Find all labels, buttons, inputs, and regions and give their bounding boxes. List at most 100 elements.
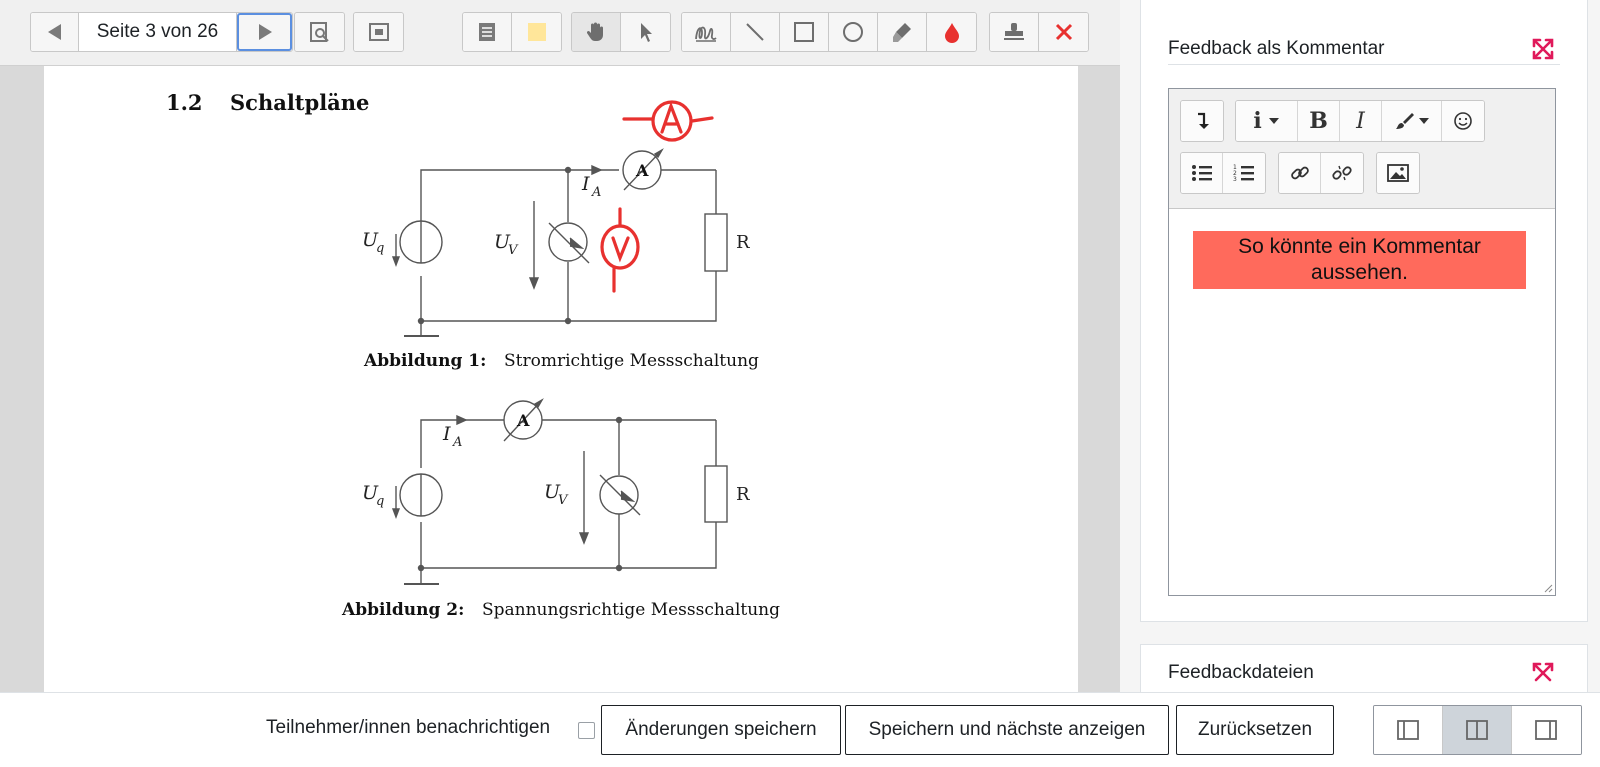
line-tool-button[interactable] <box>731 13 780 51</box>
fig1-ia-label: I <box>581 173 590 195</box>
fig1-ammeter-label: A <box>635 161 649 180</box>
page-navigation: Seite 3 von 26 <box>30 12 293 52</box>
rich-text-editor: i B I 1 2 3 So könnte ein Kommentar auss… <box>1168 88 1556 596</box>
editor-toolbar: i B I 1 2 3 <box>1169 89 1555 209</box>
expand-arrows-icon[interactable] <box>1532 662 1554 684</box>
highlighter-tool-button[interactable] <box>878 13 927 51</box>
highlighter-icon <box>893 23 911 42</box>
ink-color-button[interactable] <box>927 13 976 51</box>
unlink-icon <box>1332 165 1352 181</box>
image-group <box>1376 152 1420 194</box>
fig1-r-label: R <box>736 232 750 253</box>
annotation-color-button[interactable] <box>512 13 561 51</box>
ordered-list-icon: 123 <box>1233 164 1254 183</box>
hand-tool-button[interactable] <box>572 13 621 51</box>
fig1-ia-sub: A <box>591 185 601 200</box>
section-title: Schaltpläne <box>230 90 369 115</box>
notify-students-label: Teilnehmer/innen benachrichtigen <box>266 717 551 738</box>
notify-students-checkbox[interactable] <box>578 722 595 739</box>
fig2-ia-label: I <box>442 423 451 445</box>
toggle-toolbar-button[interactable] <box>1181 101 1223 141</box>
stamp-tool-button[interactable] <box>990 13 1039 51</box>
link-button[interactable] <box>1279 153 1321 193</box>
triangle-right-icon <box>258 24 272 40</box>
rectangle-icon <box>794 22 814 42</box>
figure-1-circuit <box>391 148 728 337</box>
save-changes-button[interactable]: Änderungen speichern <box>601 705 841 755</box>
fig2-uq-sub: q <box>376 494 384 509</box>
ordered-list-button[interactable]: 123 <box>1223 153 1265 193</box>
layout-right-button[interactable] <box>1512 706 1581 754</box>
format-group: i B I <box>1235 100 1485 142</box>
bold-icon: B <box>1309 108 1328 134</box>
select-tool-button[interactable] <box>621 13 670 51</box>
feedback-comment-title: Feedback als Kommentar <box>1168 38 1385 59</box>
feedback-comment-card: Feedback als Kommentar i B I 1 2 3 So kö… <box>1140 0 1588 622</box>
bold-button[interactable]: B <box>1298 101 1340 141</box>
page-indicator: Seite 3 von 26 <box>79 13 237 51</box>
italic-button[interactable]: I <box>1340 101 1382 141</box>
reset-button[interactable]: Zurücksetzen <box>1176 705 1334 755</box>
comment-icon <box>479 23 495 41</box>
ink-drop-icon <box>944 23 959 43</box>
emoji-button[interactable] <box>1442 101 1484 141</box>
color-swatch-icon <box>527 23 546 41</box>
annotation-toolbar: Seite 3 von 26 <box>0 0 1120 66</box>
layout-switcher <box>1373 705 1582 755</box>
editor-content-area[interactable]: So könnte ein Kommentar aussehen. <box>1169 210 1555 595</box>
fig2-caption-label: Abbildung 2: <box>341 600 464 620</box>
unordered-list-icon <box>1191 165 1212 181</box>
delete-x-icon <box>1055 23 1072 41</box>
next-page-button[interactable] <box>237 13 292 51</box>
fig1-caption-label: Abbildung 1: <box>363 351 486 371</box>
pdf-page[interactable]: 1.2 Schaltpläne A U q U V I A R Abbildun… <box>44 66 1078 692</box>
previous-page-button[interactable] <box>31 13 79 51</box>
delete-annotation-button[interactable] <box>1039 13 1088 51</box>
insert-image-button[interactable] <box>1377 153 1419 193</box>
expand-arrows-icon[interactable] <box>1532 38 1554 60</box>
unordered-list-button[interactable] <box>1181 153 1223 193</box>
resize-handle-icon[interactable] <box>1543 583 1553 593</box>
collapse-toolbar-icon <box>1198 112 1209 129</box>
fig2-ammeter-label: A <box>516 411 530 430</box>
feedback-files-title: Feedbackdateien <box>1168 662 1314 683</box>
paragraph-style-button[interactable]: i <box>1236 101 1298 141</box>
layout-split-icon <box>1466 720 1488 740</box>
fig1-uv-sub: V <box>508 243 519 258</box>
comment-tool-button[interactable] <box>463 13 512 51</box>
expand-button[interactable] <box>354 13 403 51</box>
title-divider <box>1168 64 1560 65</box>
rectangle-tool-button[interactable] <box>780 13 829 51</box>
chevron-down-icon <box>1268 118 1279 124</box>
link-group <box>1278 152 1364 194</box>
link-icon <box>1290 166 1309 180</box>
italic-icon: I <box>1356 108 1365 134</box>
layout-left-button[interactable] <box>1374 706 1443 754</box>
layout-right-icon <box>1535 720 1558 740</box>
list-group: 123 <box>1180 152 1266 194</box>
hand-icon <box>586 22 603 41</box>
pen-icon <box>695 26 717 42</box>
layout-split-button[interactable] <box>1443 706 1512 754</box>
pen-tool-button[interactable] <box>682 13 731 51</box>
unlink-button[interactable] <box>1321 153 1363 193</box>
layout-left-icon <box>1397 720 1419 740</box>
svg-text:3: 3 <box>1233 176 1237 183</box>
oval-icon <box>843 22 863 42</box>
search-comments-button[interactable] <box>295 13 344 51</box>
fig2-caption-text: Spannungsrichtige Messschaltung <box>482 600 780 620</box>
comment-text: So könnte ein Kommentar aussehen. <box>1193 231 1526 289</box>
toolbar-toggle-group <box>1180 100 1224 142</box>
font-color-button[interactable] <box>1382 101 1442 141</box>
ink-annotations <box>600 100 714 293</box>
fig1-uq-sub: q <box>376 241 384 256</box>
fig2-r-label: R <box>736 484 750 505</box>
save-and-next-button[interactable]: Speichern und nächste anzeigen <box>845 705 1169 755</box>
feedback-sidebar: Feedback als Kommentar i B I 1 2 3 So kö… <box>1120 0 1600 692</box>
stamp-icon <box>1004 23 1024 40</box>
draw-tools-group <box>681 12 977 52</box>
fig2-uv-sub: V <box>558 493 569 508</box>
feedback-files-card: Feedbackdateien <box>1140 644 1588 692</box>
oval-tool-button[interactable] <box>829 13 878 51</box>
expand-group <box>353 12 404 52</box>
